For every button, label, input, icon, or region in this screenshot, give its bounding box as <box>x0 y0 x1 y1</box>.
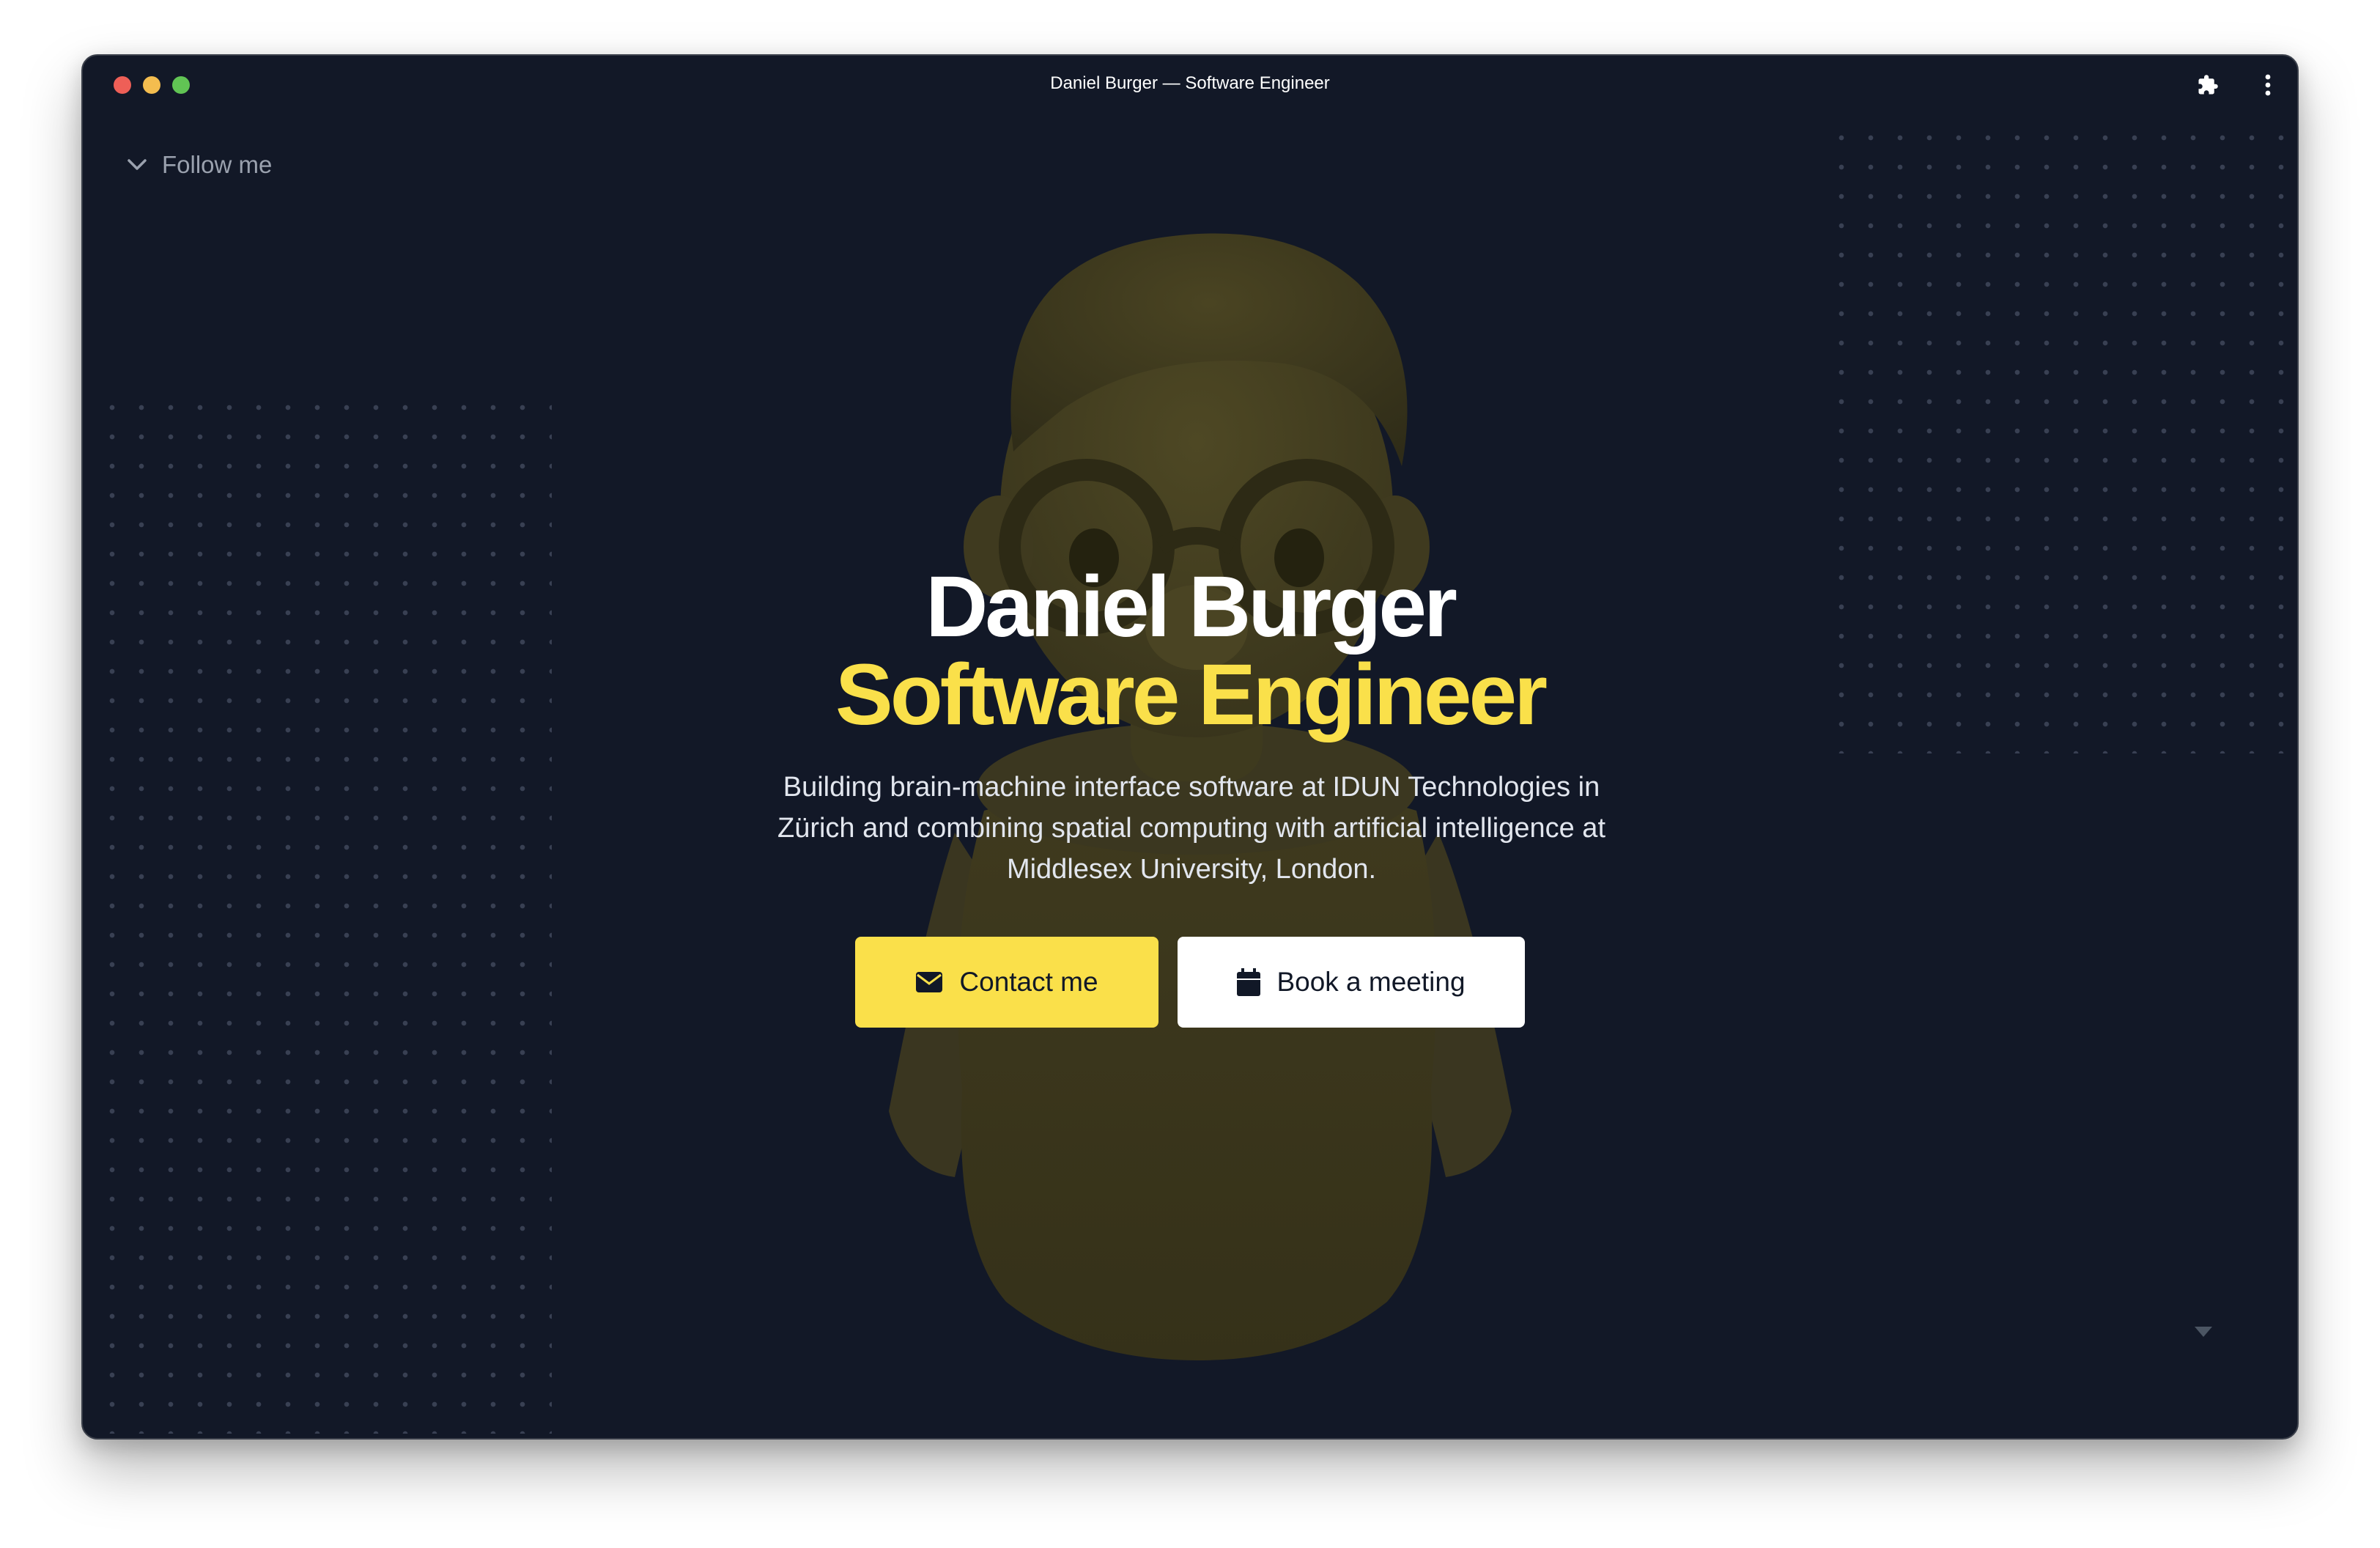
hero-description: Building brain-machine interface softwar… <box>777 772 1606 885</box>
calendar-icon <box>1237 968 1261 996</box>
book-meeting-button[interactable]: Book a meeting <box>1178 937 1525 1028</box>
puzzle-icon[interactable] <box>2193 70 2222 100</box>
hero-name: Daniel Burger <box>925 559 1457 655</box>
book-meeting-label: Book a meeting <box>1276 967 1466 997</box>
contact-me-button[interactable]: Contact me <box>855 937 1158 1028</box>
browser-window: Daniel Burger — Software Engineer Follow… <box>81 54 2299 1440</box>
kebab-menu-icon[interactable] <box>2253 70 2283 100</box>
title-bar: Daniel Burger — Software Engineer <box>83 56 2297 113</box>
follow-me-toggle[interactable]: Follow me <box>127 151 272 179</box>
caret-down-icon[interactable] <box>2192 1322 2215 1340</box>
chevron-down-icon <box>128 159 147 170</box>
dot-grid-left <box>97 393 552 1434</box>
window-title: Daniel Burger — Software Engineer <box>1050 73 1330 93</box>
contact-me-label: Contact me <box>959 967 1098 997</box>
follow-me-label: Follow me <box>162 151 273 178</box>
envelope-icon <box>916 972 943 992</box>
hero-role: Software Engineer <box>835 646 1548 743</box>
